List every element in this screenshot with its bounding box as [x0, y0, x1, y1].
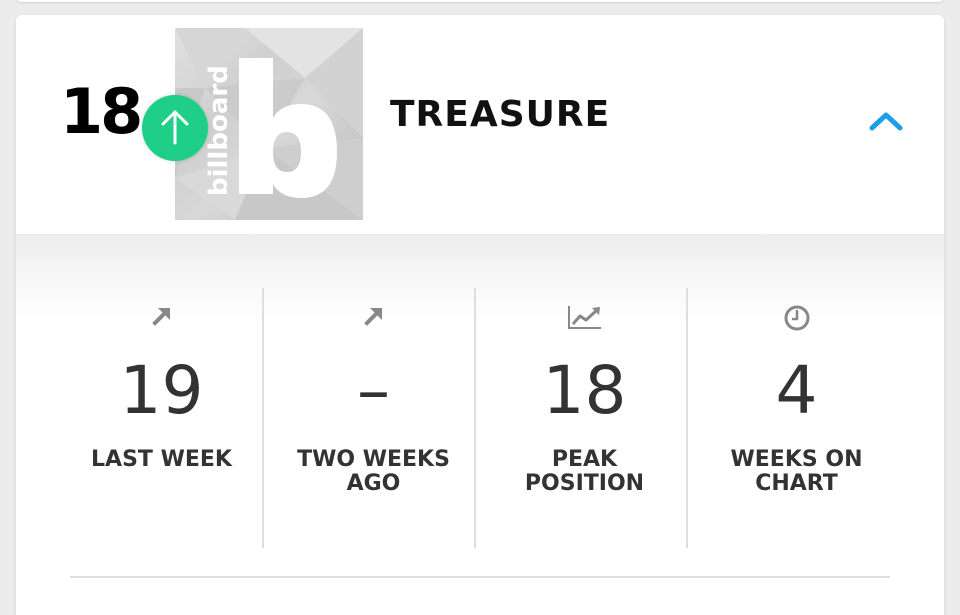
trend-chart-icon: [567, 306, 601, 329]
previous-card-edge: [16, 0, 944, 2]
stat-divider: [262, 288, 264, 548]
stat-value: 4: [775, 352, 818, 429]
stat-peak-position: 18 PEAK POSITION: [479, 288, 690, 548]
stat-label: WEEKS ON CHART: [730, 447, 863, 496]
stat-value: –: [357, 352, 390, 429]
collapse-toggle-button[interactable]: [866, 105, 906, 135]
stat-weeks-on-chart: 4 WEEKS ON CHART: [691, 288, 902, 548]
arrow-up-icon: [161, 110, 189, 145]
stat-value: 18: [542, 352, 627, 429]
stat-divider: [474, 288, 476, 548]
bottom-divider: [70, 576, 890, 578]
chart-stats-panel: 19 LAST WEEK – TWO WEEKS AGO 18 PEAK POS…: [16, 234, 944, 615]
stat-label: LAST WEEK: [91, 447, 232, 472]
arrow-up-right-icon: [363, 308, 382, 326]
rank-number: 18: [60, 75, 143, 148]
stat-value: 19: [119, 352, 204, 429]
chart-entry-card: 18 billboard TREASURE 19 LAST WEEK – TWO…: [16, 15, 944, 615]
trend-up-badge: [142, 95, 208, 161]
artist-name: TREASURE: [390, 94, 611, 135]
stat-label: PEAK POSITION: [524, 447, 645, 496]
stat-last-week: 19 LAST WEEK: [56, 288, 267, 548]
chevron-up-icon: [869, 112, 903, 131]
stat-label: TWO WEEKS AGO: [297, 447, 450, 496]
chart-entry-header[interactable]: 18 billboard TREASURE: [16, 15, 944, 234]
stat-divider: [686, 288, 688, 548]
clock-icon: [784, 305, 809, 331]
arrow-up-right-icon: [151, 308, 170, 326]
stat-two-weeks-ago: – TWO WEEKS AGO: [268, 288, 479, 548]
billboard-wordmark: billboard: [204, 65, 234, 196]
